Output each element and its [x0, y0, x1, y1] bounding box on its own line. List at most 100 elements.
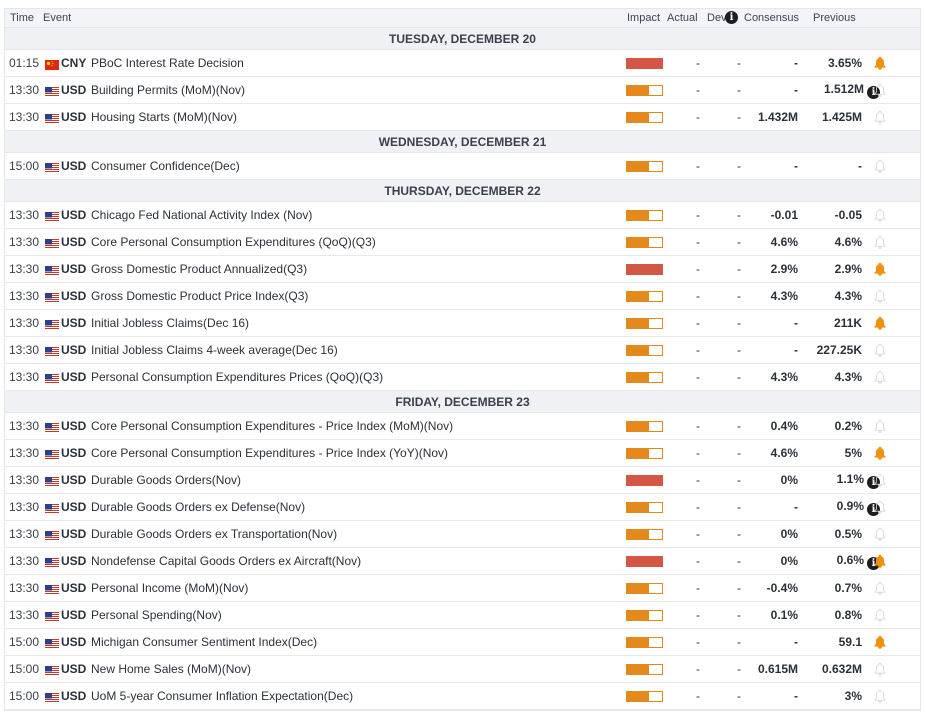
event-consensus: - [794, 635, 798, 649]
event-name[interactable]: Gross Domestic Product Annualized(Q3) [91, 262, 307, 276]
bell-icon[interactable] [873, 370, 887, 384]
bell-icon[interactable] [873, 662, 887, 676]
bell-active-icon[interactable] [873, 316, 887, 330]
col-previous[interactable]: Previous [813, 12, 856, 24]
event-time: 13:30 [9, 262, 40, 276]
event-time: 13:30 [9, 343, 40, 357]
event-row[interactable]: 13:30 USD Building Permits (MoM)(Nov) - … [5, 77, 920, 104]
impact-high-bar [626, 58, 663, 69]
event-name[interactable]: Personal Consumption Expenditures Prices… [91, 370, 383, 384]
table-header: Time Event Impact Actual Dev i Consensus… [5, 9, 920, 28]
bell-icon[interactable] [873, 419, 887, 433]
bell-icon[interactable] [873, 208, 887, 222]
impact-medium-bar [626, 664, 663, 675]
bell-active-icon[interactable] [873, 56, 887, 70]
bell-active-icon[interactable] [873, 554, 887, 568]
event-name[interactable]: Durable Goods Orders ex Defense(Nov) [91, 500, 305, 514]
event-row[interactable]: 13:30 USD Personal Spending(Nov) - - 0.1… [5, 602, 920, 629]
event-name[interactable]: New Home Sales (MoM)(Nov) [91, 662, 251, 676]
bell-icon[interactable] [873, 473, 887, 487]
previous-value: - [858, 159, 862, 173]
us-flag-icon [45, 449, 59, 460]
event-row[interactable]: 13:30 USD Durable Goods Orders ex Transp… [5, 521, 920, 548]
event-name[interactable]: Core Personal Consumption Expenditures -… [91, 446, 448, 460]
event-row[interactable]: 13:30 USD Core Personal Consumption Expe… [5, 440, 920, 467]
event-row[interactable]: 13:30 USD Initial Jobless Claims 4-week … [5, 337, 920, 364]
bell-icon[interactable] [873, 608, 887, 622]
bell-icon[interactable] [873, 581, 887, 595]
bell-icon[interactable] [873, 235, 887, 249]
event-name[interactable]: Core Personal Consumption Expenditures -… [91, 419, 453, 433]
event-row[interactable]: 13:30 USD Durable Goods Orders ex Defens… [5, 494, 920, 521]
event-name[interactable]: Personal Spending(Nov) [91, 608, 222, 622]
event-name[interactable]: Initial Jobless Claims(Dec 16) [91, 316, 249, 330]
event-name[interactable]: Building Permits (MoM)(Nov) [91, 83, 245, 97]
event-row[interactable]: 15:00 USD New Home Sales (MoM)(Nov) - - … [5, 656, 920, 683]
event-name[interactable]: Durable Goods Orders ex Transportation(N… [91, 527, 337, 541]
previous-value: 3% [844, 689, 862, 703]
event-previous: - [858, 159, 862, 173]
previous-value: 5% [844, 446, 862, 460]
event-name[interactable]: Core Personal Consumption Expenditures (… [91, 235, 376, 249]
event-name[interactable]: Gross Domestic Product Price Index(Q3) [91, 289, 308, 303]
event-dev: - [737, 608, 741, 622]
event-row[interactable]: 13:30 USD Gross Domestic Product Price I… [5, 283, 920, 310]
previous-value: 0.2% [834, 419, 862, 433]
event-row[interactable]: 13:30 USD Personal Income (MoM)(Nov) - -… [5, 575, 920, 602]
event-row[interactable]: 15:00 USD Michigan Consumer Sentiment In… [5, 629, 920, 656]
bell-active-icon[interactable] [873, 635, 887, 649]
event-row[interactable]: 13:30 USD Chicago Fed National Activity … [5, 202, 920, 229]
event-row[interactable]: 13:30 USD Gross Domestic Product Annuali… [5, 256, 920, 283]
event-dev: - [737, 289, 741, 303]
bell-icon[interactable] [873, 500, 887, 514]
event-row[interactable]: 13:30 USD Personal Consumption Expenditu… [5, 364, 920, 391]
bell-active-icon[interactable] [873, 262, 887, 276]
event-actual: - [696, 343, 700, 357]
event-row[interactable]: 13:30 USD Core Personal Consumption Expe… [5, 229, 920, 256]
event-name[interactable]: UoM 5-year Consumer Inflation Expectatio… [91, 689, 353, 703]
bell-icon[interactable] [873, 83, 887, 97]
event-row[interactable]: 13:30 USD Durable Goods Orders(Nov) - - … [5, 467, 920, 494]
event-row[interactable]: 13:30 USD Core Personal Consumption Expe… [5, 413, 920, 440]
event-row[interactable]: 13:30 USD Nondefense Capital Goods Order… [5, 548, 920, 575]
event-previous: 3.65% [828, 56, 862, 70]
event-row[interactable]: 15:00 USD Consumer Confidence(Dec) - - -… [5, 153, 920, 180]
event-name[interactable]: Nondefense Capital Goods Orders ex Aircr… [91, 554, 361, 568]
bell-icon[interactable] [873, 343, 887, 357]
event-time: 13:30 [9, 554, 40, 568]
bell-icon[interactable] [873, 689, 887, 703]
impact-medium-bar [626, 610, 663, 621]
event-currency: USD [61, 235, 87, 249]
event-name[interactable]: Housing Starts (MoM)(Nov) [91, 110, 237, 124]
event-consensus: - [794, 343, 798, 357]
previous-value: 0.6% [836, 552, 864, 567]
event-dev: - [737, 419, 741, 433]
event-name[interactable]: Chicago Fed National Activity Index (Nov… [91, 208, 312, 222]
event-name[interactable]: PBoC Interest Rate Decision [91, 56, 244, 70]
event-currency: USD [61, 689, 87, 703]
bell-icon[interactable] [873, 159, 887, 173]
event-time: 13:30 [9, 289, 40, 303]
event-name[interactable]: Initial Jobless Claims 4-week average(De… [91, 343, 338, 357]
col-impact[interactable]: Impact [627, 12, 660, 24]
bell-icon[interactable] [873, 527, 887, 541]
event-name[interactable]: Durable Goods Orders(Nov) [91, 473, 241, 487]
event-name[interactable]: Consumer Confidence(Dec) [91, 159, 240, 173]
bell-active-icon[interactable] [873, 446, 887, 460]
bell-icon[interactable] [873, 110, 887, 124]
event-row[interactable]: 13:30 USD Initial Jobless Claims(Dec 16)… [5, 310, 920, 337]
col-actual[interactable]: Actual [667, 12, 698, 24]
event-row[interactable]: 01:15 CNY PBoC Interest Rate Decision - … [5, 50, 920, 77]
dev-info-icon[interactable]: i [725, 11, 738, 24]
impact-medium-bar [626, 502, 663, 513]
col-event[interactable]: Event [43, 12, 71, 24]
event-name[interactable]: Michigan Consumer Sentiment Index(Dec) [91, 635, 317, 649]
event-previous: 2.9% [835, 262, 862, 276]
col-consensus[interactable]: Consensus [744, 12, 799, 24]
col-dev[interactable]: Dev [707, 12, 727, 24]
event-row[interactable]: 13:30 USD Housing Starts (MoM)(Nov) - - … [5, 104, 920, 131]
event-row[interactable]: 15:00 USD UoM 5-year Consumer Inflation … [5, 683, 920, 710]
col-time[interactable]: Time [10, 12, 34, 24]
bell-icon[interactable] [873, 289, 887, 303]
event-name[interactable]: Personal Income (MoM)(Nov) [91, 581, 248, 595]
